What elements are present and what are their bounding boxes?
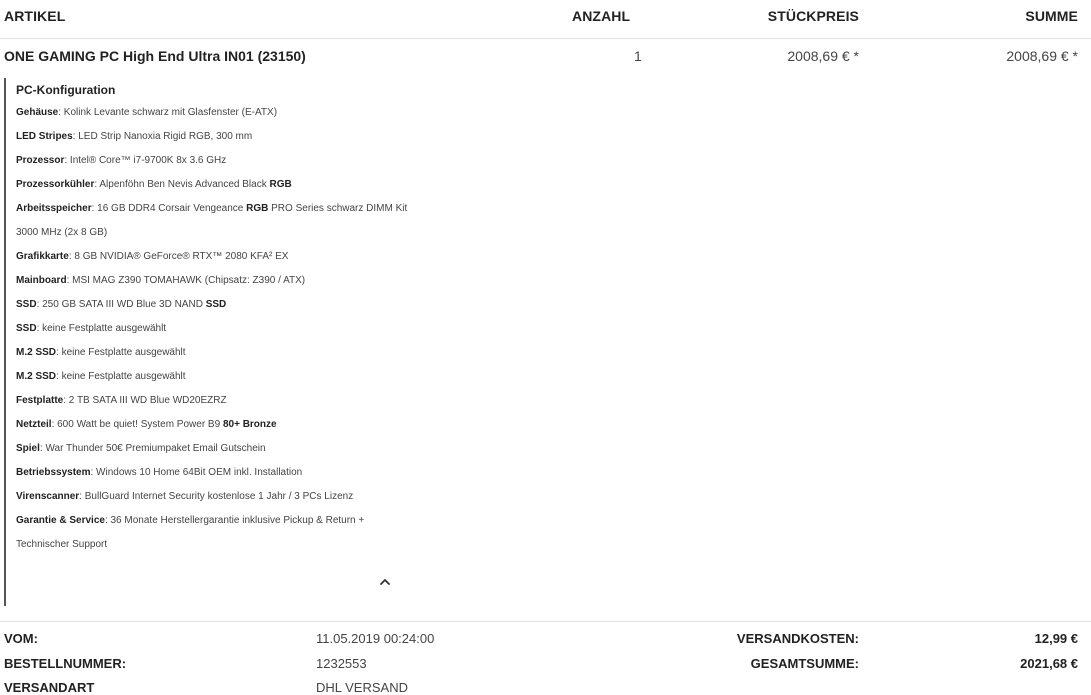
config-line: Mainboard: MSI MAG Z390 TOMAHAWK (Chipsa… xyxy=(16,269,396,293)
config-left-border xyxy=(4,78,6,606)
bestellnummer-label: BESTELLNUMMER: xyxy=(4,656,127,671)
config-value: : 36 Monate Herstellergarantie inklusive… xyxy=(104,515,365,526)
config-key: Festplatte xyxy=(16,395,64,406)
config-line: Grafikkarte: 8 GB NVIDIA® GeForce® RTX™ … xyxy=(16,245,396,269)
config-value: : 16 GB DDR4 Corsair Vengeance xyxy=(91,203,247,214)
config-key: LED Stripes xyxy=(16,131,73,142)
config-key: Betriebssystem xyxy=(16,467,91,478)
header-anzahl: ANZAHL xyxy=(572,8,631,24)
config-line: Arbeitsspeicher: 16 GB DDR4 Corsair Veng… xyxy=(16,197,407,221)
versandkosten-label: VERSANDKOSTEN: xyxy=(736,631,859,646)
config-line: Gehäuse: Kolink Levante schwarz mit Glas… xyxy=(16,101,396,125)
config-value: : 600 Watt be quiet! System Power B9 xyxy=(51,419,223,430)
config-key: 80+ Bronze xyxy=(222,419,277,430)
config-title: PC-Konfiguration xyxy=(16,83,116,97)
config-key: Prozessor xyxy=(16,155,65,166)
config-key: SSD xyxy=(16,323,37,334)
header-stueckpreis: STÜCKPREIS xyxy=(767,8,859,24)
config-line: LED Stripes: LED Strip Nanoxia Rigid RGB… xyxy=(16,125,396,149)
config-key: M.2 SSD xyxy=(16,371,57,382)
config-value: PRO Series schwarz DIMM Kit xyxy=(268,203,408,214)
config-value: : Kolink Levante schwarz mit Glasfenster… xyxy=(58,107,278,118)
config-key: M.2 SSD xyxy=(16,347,57,358)
config-value: : 8 GB NVIDIA® GeForce® RTX™ 2080 KFA² E… xyxy=(68,251,289,262)
config-value: : 250 GB SATA III WD Blue 3D NAND xyxy=(36,299,206,310)
config-value: : Windows 10 Home 64Bit OEM inkl. Instal… xyxy=(90,467,303,478)
config-value: : keine Festplatte ausgewählt xyxy=(56,371,186,382)
config-value: : keine Festplatte ausgewählt xyxy=(56,347,186,358)
config-value: 3000 MHz (2x 8 GB) xyxy=(16,227,108,238)
config-line: Prozessor: Intel® Core™ i7-9700K 8x 3.6 … xyxy=(16,149,396,173)
config-line: 3000 MHz (2x 8 GB) xyxy=(16,221,396,245)
gesamtsumme-value: 2021,68 € xyxy=(1020,656,1078,671)
config-key: Netzteil xyxy=(16,419,52,430)
config-key: Gehäuse xyxy=(16,107,59,118)
config-value: Technischer Support xyxy=(16,539,108,550)
config-line: Prozessorkühler: Alpenföhn Ben Nevis Adv… xyxy=(16,173,396,197)
config-value: : Alpenföhn Ben Nevis Advanced Black xyxy=(94,179,270,190)
vom-label: VOM: xyxy=(4,631,38,646)
config-line: Betriebssystem: Windows 10 Home 64Bit OE… xyxy=(16,461,396,485)
config-line: SSD: 250 GB SATA III WD Blue 3D NAND SSD xyxy=(16,293,396,317)
config-key: Arbeitsspeicher xyxy=(16,203,92,214)
header-divider xyxy=(0,38,1091,39)
product-unit-price: 2008,69 € * xyxy=(787,48,859,64)
config-value: : Intel® Core™ i7-9700K 8x 3.6 GHz xyxy=(64,155,227,166)
header-summe: SUMME xyxy=(1025,8,1078,24)
config-value: : BullGuard Internet Security kostenlose… xyxy=(79,491,354,502)
product-total: 2008,69 € * xyxy=(1006,48,1078,64)
chevron-up-icon[interactable] xyxy=(378,575,392,589)
config-key: Mainboard xyxy=(16,275,67,286)
config-key: Virenscanner xyxy=(16,491,80,502)
versandkosten-value: 12,99 € xyxy=(1034,631,1078,646)
config-key: RGB xyxy=(246,203,269,214)
config-line: Virenscanner: BullGuard Internet Securit… xyxy=(16,485,396,509)
config-key: Grafikkarte xyxy=(16,251,69,262)
gesamtsumme-label: GESAMTSUMME: xyxy=(750,656,859,671)
config-key: SSD xyxy=(205,299,227,310)
config-line: M.2 SSD: keine Festplatte ausgewählt xyxy=(16,365,396,389)
config-key: Prozessorkühler xyxy=(16,179,95,190)
config-line: M.2 SSD: keine Festplatte ausgewählt xyxy=(16,341,396,365)
config-line: Garantie & Service: 36 Monate Hersteller… xyxy=(16,509,396,533)
config-value: : keine Festplatte ausgewählt xyxy=(36,323,167,334)
config-key: RGB xyxy=(269,179,292,190)
config-value: : 2 TB SATA III WD Blue WD20EZRZ xyxy=(63,395,227,406)
config-list: Gehäuse: Kolink Levante schwarz mit Glas… xyxy=(16,101,407,557)
config-line: SSD: keine Festplatte ausgewählt xyxy=(16,317,396,341)
bestellnummer-value: 1232553 xyxy=(316,656,367,671)
config-line: Festplatte: 2 TB SATA III WD Blue WD20EZ… xyxy=(16,389,396,413)
config-key: Garantie & Service xyxy=(16,515,105,526)
header-artikel: ARTIKEL xyxy=(4,8,66,24)
config-line: Spiel: War Thunder 50€ Premiumpaket Emai… xyxy=(16,437,396,461)
product-quantity: 1 xyxy=(634,48,642,64)
product-name: ONE GAMING PC High End Ultra IN01 (23150… xyxy=(4,48,306,64)
config-value: : War Thunder 50€ Premiumpaket Email Gut… xyxy=(39,443,266,454)
config-value: : MSI MAG Z390 TOMAHAWK (Chipsatz: Z390 … xyxy=(66,275,306,286)
vom-value: 11.05.2019 00:24:00 xyxy=(316,631,435,646)
config-line: Netzteil: 600 Watt be quiet! System Powe… xyxy=(16,413,396,437)
footer-divider xyxy=(0,621,1091,622)
config-value: : LED Strip Nanoxia Rigid RGB, 300 mm xyxy=(72,131,253,142)
config-key: Spiel xyxy=(16,443,40,454)
config-line: Technischer Support xyxy=(16,533,396,557)
config-key: SSD xyxy=(16,299,37,310)
